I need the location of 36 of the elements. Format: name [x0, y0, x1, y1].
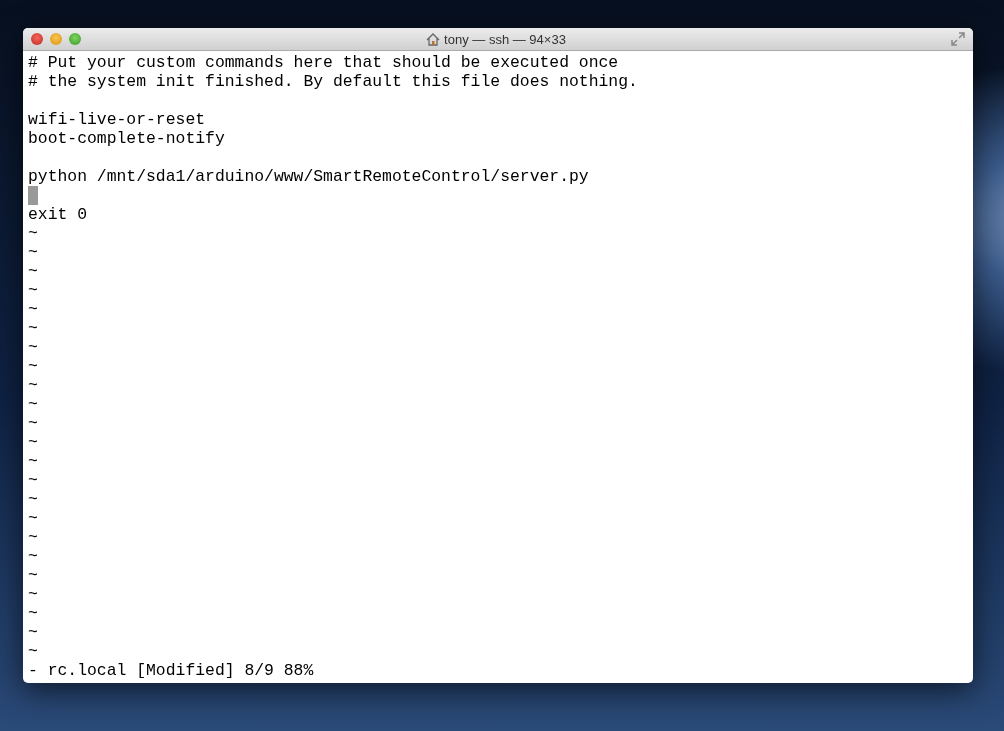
code-line: ~ — [28, 490, 38, 509]
code-line: boot-complete-notify — [28, 129, 225, 148]
status-line: - rc.local [Modified] 8/9 88% — [28, 661, 314, 680]
code-line: ~ — [28, 414, 38, 433]
code-line: ~ — [28, 376, 38, 395]
close-button[interactable] — [31, 33, 43, 45]
code-line: exit 0 — [28, 205, 88, 224]
code-line: ~ — [28, 357, 38, 376]
code-line: # the system init finished. By default this file does nothing. — [28, 72, 638, 91]
code-line: ~ — [28, 243, 38, 262]
code-line: ~ — [28, 224, 38, 243]
code-line: ~ — [28, 452, 38, 471]
code-line: ~ — [28, 433, 38, 452]
code-line: ~ — [28, 319, 38, 338]
code-line: ~ — [28, 642, 38, 661]
code-line: ~ — [28, 585, 38, 604]
code-line: wifi-live-or-reset — [28, 110, 206, 129]
code-line: ~ — [28, 604, 38, 623]
code-line: ~ — [28, 509, 38, 528]
code-line: ~ — [28, 547, 38, 566]
house-icon — [426, 32, 441, 46]
code-line: ~ — [28, 262, 38, 281]
code-line: ~ — [28, 395, 38, 414]
code-line: ~ — [28, 300, 38, 319]
code-line: ~ — [28, 566, 38, 585]
window-title: tony — ssh — 94×33 — [444, 31, 566, 47]
code-line: ~ — [28, 528, 38, 547]
zoom-button[interactable] — [69, 33, 81, 45]
fullscreen-icon[interactable] — [951, 32, 965, 46]
code-line: python /mnt/sda1/arduino/www/SmartRemoteControl/server.py — [28, 167, 589, 186]
code-line: # Put your custom commands here that should be executed once — [28, 53, 619, 72]
code-line: ~ — [28, 338, 38, 357]
code-line: ~ — [28, 281, 38, 300]
code-line: ~ — [28, 623, 38, 642]
minimize-button[interactable] — [50, 33, 62, 45]
code-line: ~ — [28, 471, 38, 490]
